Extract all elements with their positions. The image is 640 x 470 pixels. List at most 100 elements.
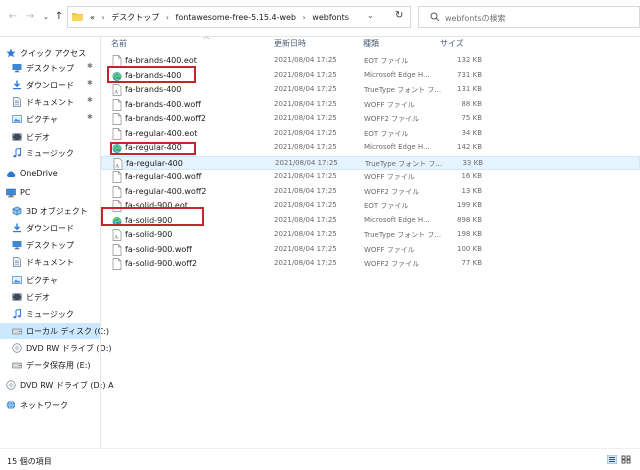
file-row[interactable]: fa-regular-400.eot 2021/08/04 17:25 EOT ファ… [101, 127, 640, 141]
font-icon: A [113, 157, 123, 170]
video-icon [12, 132, 22, 142]
chevron-down-icon[interactable]: ⌄ [40, 11, 52, 23]
file-row[interactable]: Afa-regular-400 2021/08/04 17:25 TrueType … [101, 155, 640, 170]
address-history-chevron-icon[interactable]: ⌄ [367, 11, 374, 20]
sidebar-item-label: ドキュメント [26, 258, 74, 267]
file-size: 77 KB [461, 259, 482, 267]
sidebar-item[interactable]: ビデオ [0, 289, 100, 305]
sidebar-item[interactable]: PC [0, 185, 100, 201]
sidebar-item-label: ピクチャ [26, 115, 58, 124]
file-date: 2021/08/04 17:25 [274, 244, 337, 253]
pin-icon: ✱ [87, 79, 93, 87]
file-size: 132 KB [457, 56, 482, 64]
drive-icon [12, 360, 22, 370]
file-name: fa-brands-400.woff [125, 99, 201, 109]
dvd-icon [6, 380, 16, 390]
sidebar-item[interactable]: ミュージック [0, 306, 100, 322]
large-icons-view-icon[interactable] [621, 455, 631, 464]
breadcrumb-webfonts[interactable]: webfonts [312, 13, 349, 22]
file-size: 142 KB [457, 143, 482, 151]
column-header-date[interactable]: 更新日時 [274, 38, 306, 52]
file-date: 2021/08/04 17:25 [274, 230, 337, 238]
sidebar-item[interactable]: ローカル ディスク (C:) [0, 323, 109, 339]
sidebar-item[interactable]: デスクトップ [0, 237, 100, 253]
file-row[interactable]: fa-brands-400.woff2 2021/08/04 17:25 WOFF2… [101, 112, 640, 126]
file-date: 2021/08/04 17:25 [274, 172, 337, 180]
status-bar: 15 個の項目 [0, 448, 640, 470]
desktop-icon [12, 63, 22, 73]
address-bar[interactable]: « › デスクトップ › fontawesome-free-5.15.4-web… [67, 6, 411, 28]
sidebar-item[interactable]: OneDrive [0, 166, 100, 182]
file-date: 2021/08/04 17:25 [274, 259, 337, 267]
file-size: 731 KB [457, 70, 482, 79]
breadcrumb-desktop[interactable]: デスクトップ [111, 13, 159, 22]
sidebar-item[interactable]: ネットワーク [0, 397, 100, 413]
file-row[interactable]: Afa-brands-400 2021/08/04 17:25 TrueType フ… [101, 83, 640, 97]
file-name: fa-brands-400 [125, 85, 182, 94]
sidebar-item[interactable]: ピクチャ ✱ [0, 111, 100, 127]
file-date: 2021/08/04 17:25 [274, 114, 337, 122]
font-icon: A [112, 229, 122, 241]
file-date: 2021/08/04 17:25 [274, 56, 337, 64]
file-row[interactable]: fa-brands-400.woff 2021/08/04 17:25 WOFF フ… [101, 98, 640, 112]
file-name: fa-regular-400 [126, 158, 183, 168]
sidebar-item[interactable]: ビデオ [0, 129, 100, 145]
column-header-size[interactable]: サイズ [440, 38, 464, 52]
sidebar-item-label: DVD RW ドライブ (D:) [26, 344, 112, 353]
sidebar-item[interactable]: デスクトップ ✱ [0, 60, 100, 76]
video-icon [12, 292, 22, 302]
picture-icon [12, 275, 22, 285]
file-icon [112, 127, 122, 140]
file-name: fa-brands-400.woff2 [125, 114, 206, 123]
arrow-right-icon[interactable]: → [24, 11, 36, 23]
file-row[interactable]: fa-regular-400.woff 2021/08/04 17:25 WOFF … [101, 170, 640, 184]
details-view-icon[interactable] [607, 455, 617, 464]
file-size: 898 KB [457, 215, 482, 224]
sidebar-item[interactable]: ミュージック [0, 145, 100, 161]
file-row[interactable]: fa-regular-400.woff2 2021/08/04 17:25 WOFF… [101, 185, 640, 199]
pin-icon: ✱ [87, 113, 93, 121]
sidebar-item[interactable]: データ保存用 (E:) [0, 357, 100, 373]
download-icon [12, 80, 22, 90]
file-row[interactable]: fa-solid-900.woff 2021/08/04 17:25 WOFF ファ… [101, 243, 640, 257]
file-name: fa-solid-900.woff [125, 244, 192, 254]
file-name: fa-solid-900 [125, 230, 173, 239]
file-type: Microsoft Edge H... [364, 143, 430, 151]
arrow-left-icon[interactable]: ← [7, 11, 19, 23]
sidebar-item[interactable]: クイック アクセス [0, 45, 100, 61]
sidebar-item[interactable]: 3D オブジェクト [0, 203, 100, 219]
sidebar-item[interactable]: ドキュメント [0, 254, 100, 270]
pc-icon [6, 188, 16, 198]
file-size: 100 KB [457, 244, 482, 253]
sidebar-item-label: ダウンロード [26, 224, 74, 233]
sidebar-item-label: ビデオ [26, 293, 50, 302]
breadcrumb-fontawesome[interactable]: fontawesome-free-5.15.4-web [176, 13, 296, 22]
sidebar-item[interactable]: ピクチャ [0, 272, 100, 288]
arrow-up-icon[interactable]: ↑ [53, 11, 65, 23]
column-header-name[interactable]: 名前 [111, 38, 127, 52]
file-date: 2021/08/04 17:25 [274, 70, 337, 79]
document-icon [12, 97, 22, 107]
breadcrumb: « › デスクトップ › fontawesome-free-5.15.4-web… [90, 13, 349, 22]
sidebar-item[interactable]: DVD RW ドライブ (D:) A [0, 377, 114, 393]
file-icon [112, 258, 122, 270]
sidebar-item[interactable]: DVD RW ドライブ (D:) [0, 340, 112, 356]
sidebar-item[interactable]: ドキュメント ✱ [0, 94, 100, 110]
file-type: TrueType フォント フ... [365, 159, 443, 168]
column-header-type[interactable]: 種類 [363, 38, 379, 52]
file-icon [112, 243, 122, 256]
annotation-box [110, 142, 196, 155]
file-row[interactable]: fa-solid-900.woff2 2021/08/04 17:25 WOFF2 … [101, 257, 640, 271]
sidebar-item[interactable]: ダウンロード [0, 220, 100, 236]
file-date: 2021/08/04 17:25 [274, 143, 337, 151]
sidebar-item-label: ミュージック [26, 310, 74, 319]
sidebar-item[interactable]: ダウンロード ✱ [0, 77, 100, 93]
breadcrumb-overflow[interactable]: « [90, 13, 95, 22]
sidebar-item-label: OneDrive [20, 169, 58, 178]
file-type: TrueType フォント フ... [364, 231, 442, 239]
desktop-icon [12, 240, 22, 250]
search-input[interactable]: webfontsの検索 [418, 6, 640, 28]
file-name: fa-solid-900.woff2 [125, 259, 197, 268]
refresh-icon[interactable]: ↻ [395, 10, 403, 21]
file-row[interactable]: Afa-solid-900 2021/08/04 17:25 TrueType フォ… [101, 228, 640, 242]
